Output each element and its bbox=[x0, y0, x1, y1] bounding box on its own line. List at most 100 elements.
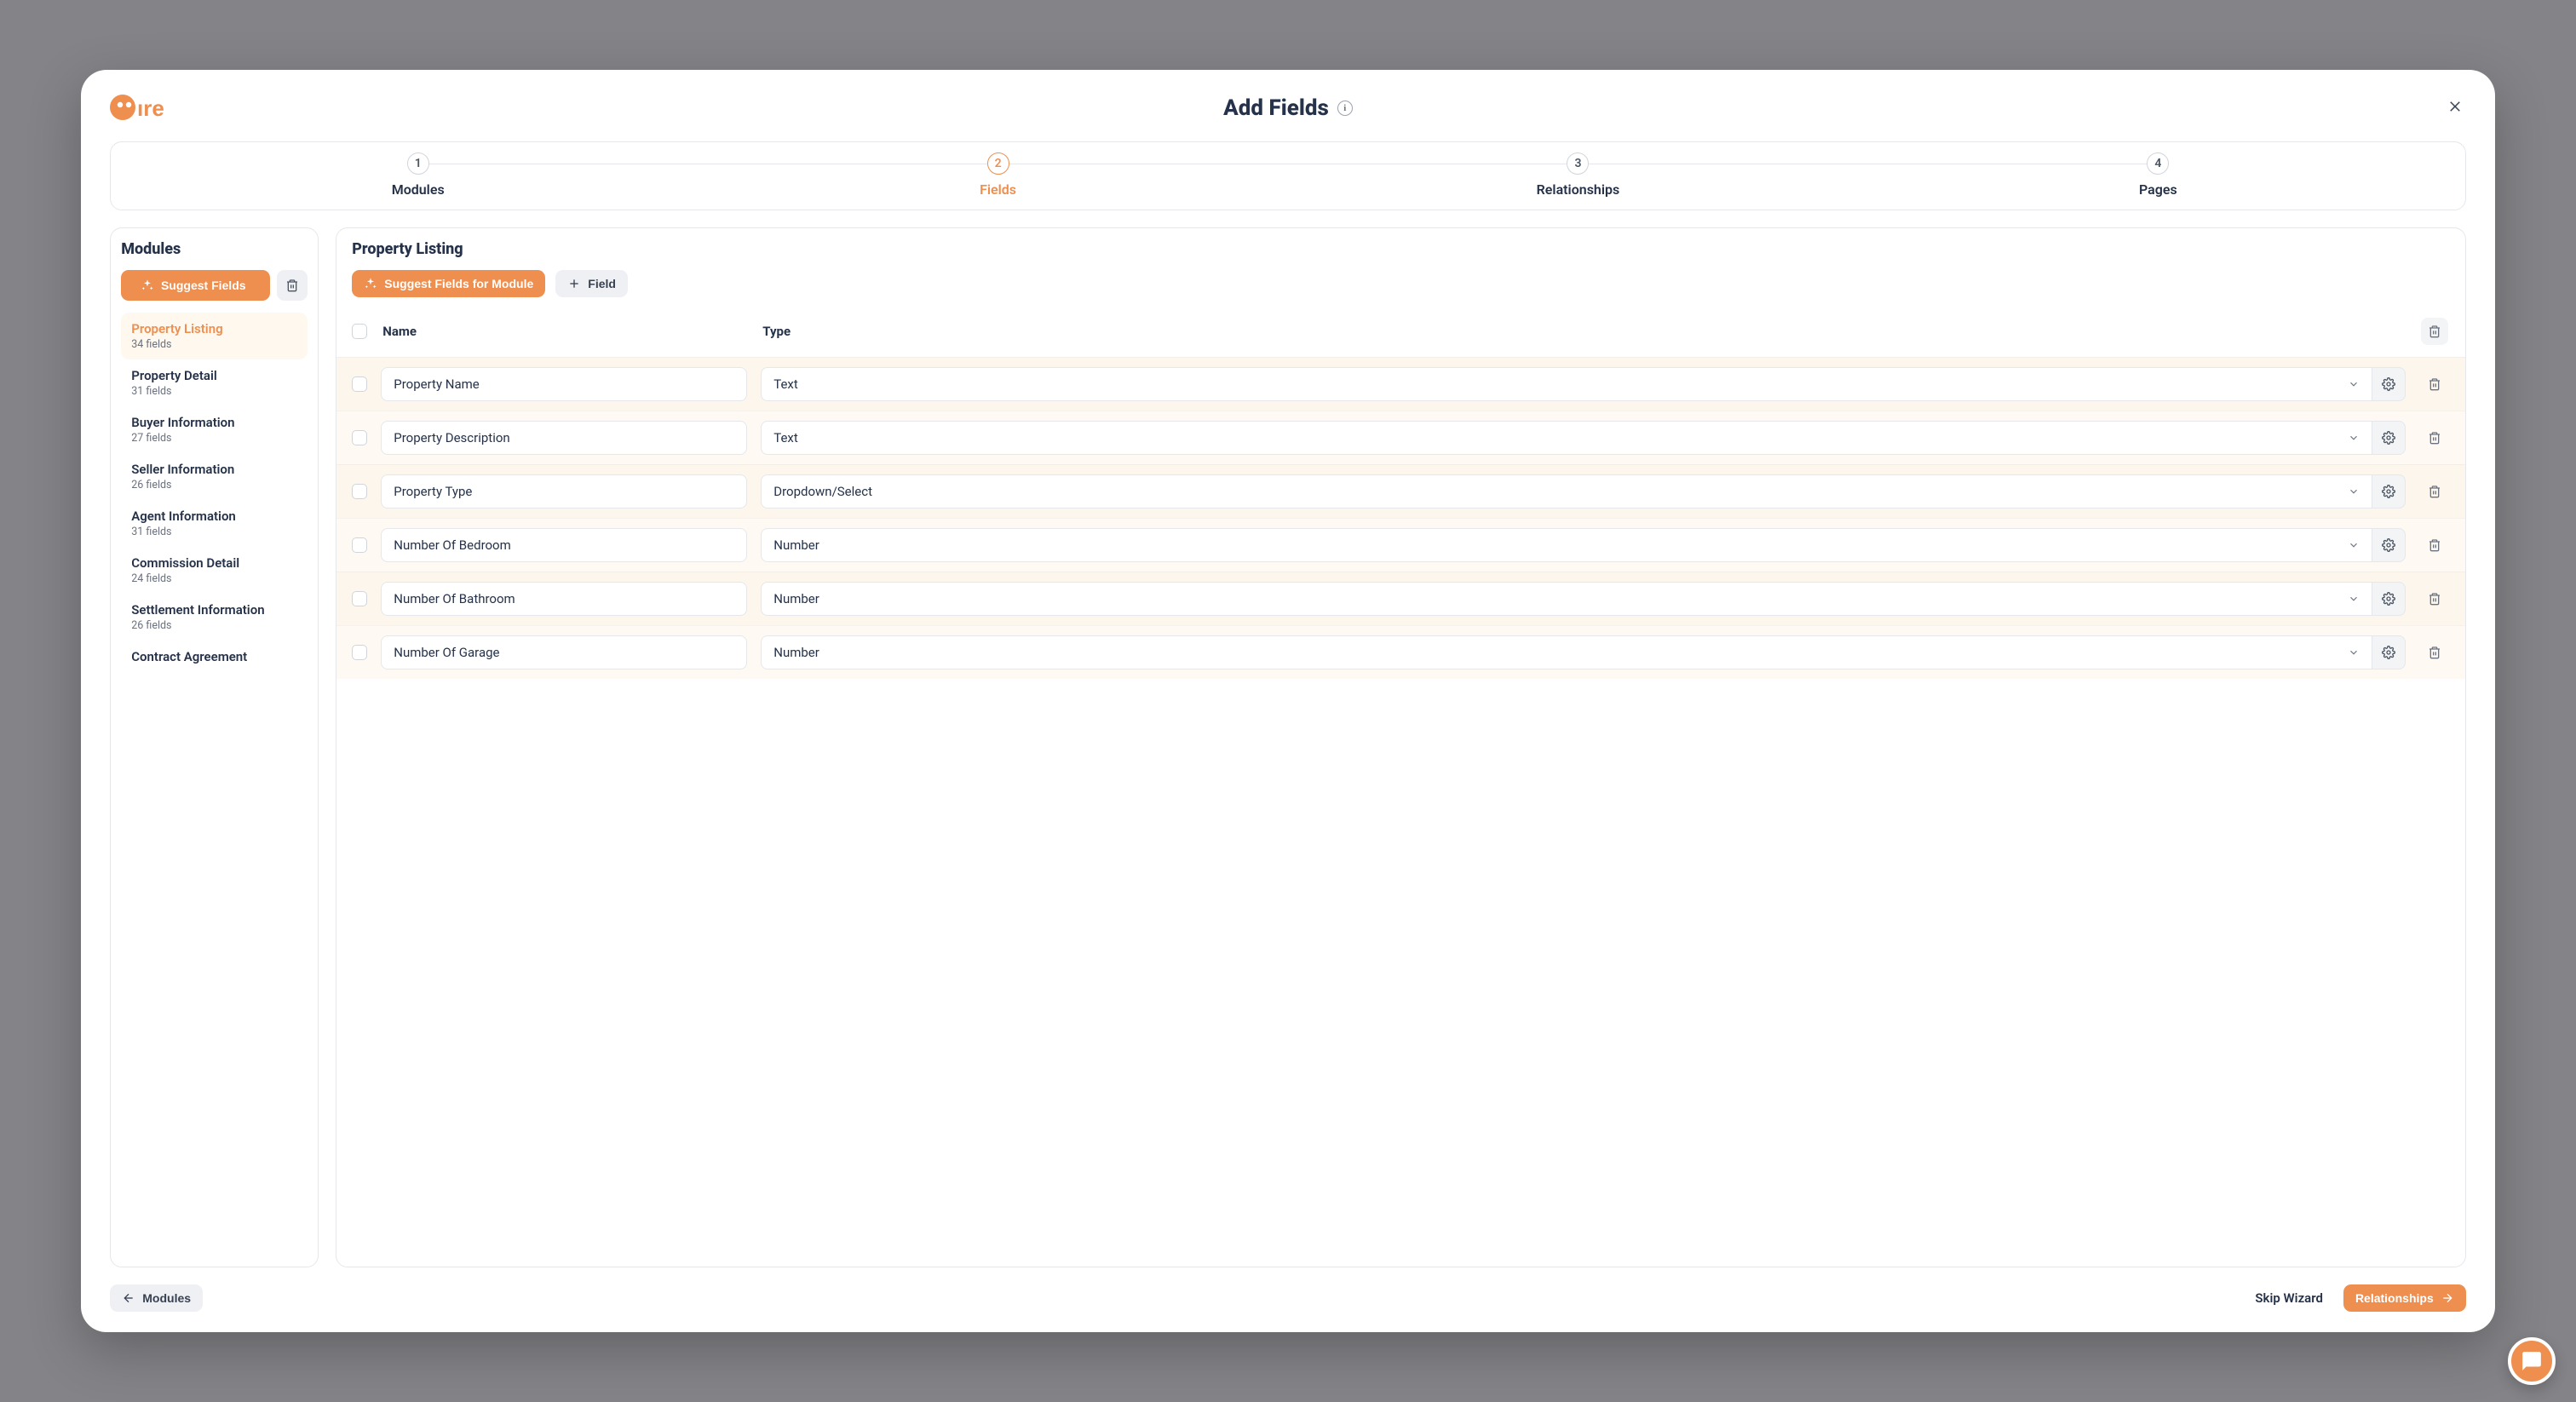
row-checkbox[interactable] bbox=[352, 645, 367, 660]
module-field-count: 31 fields bbox=[131, 526, 297, 538]
suggest-fields-for-module-button[interactable]: Suggest Fields for Module bbox=[352, 270, 545, 297]
delete-field-button[interactable] bbox=[2419, 538, 2450, 552]
module-name: Property Detail bbox=[131, 368, 297, 383]
sparkle-icon bbox=[364, 277, 377, 290]
gear-icon bbox=[2382, 431, 2395, 445]
add-field-button[interactable]: Field bbox=[555, 270, 628, 297]
field-name-input[interactable] bbox=[381, 582, 747, 616]
col-type: Type bbox=[762, 324, 2405, 339]
delete-field-button[interactable] bbox=[2419, 485, 2450, 498]
field-type-value: Number bbox=[773, 537, 819, 553]
close-icon bbox=[2447, 99, 2463, 114]
delete-field-button[interactable] bbox=[2419, 592, 2450, 606]
row-checkbox[interactable] bbox=[352, 376, 367, 392]
field-type-select[interactable]: Dropdown/Select bbox=[761, 474, 2371, 509]
module-field-count: 27 fields bbox=[131, 432, 297, 445]
sidebar-item[interactable]: Settlement Information 26 fields bbox=[121, 594, 308, 641]
delete-field-button[interactable] bbox=[2419, 646, 2450, 659]
field-settings-button[interactable] bbox=[2372, 421, 2406, 455]
step-pages[interactable]: 4 Pages bbox=[1868, 152, 2448, 198]
field-settings-button[interactable] bbox=[2372, 367, 2406, 401]
panel-actions: Suggest Fields for Module Field bbox=[352, 270, 2449, 297]
gear-icon bbox=[2382, 592, 2395, 606]
chevron-down-icon bbox=[2348, 593, 2360, 605]
module-field-count: 31 fields bbox=[131, 385, 297, 398]
field-name-input[interactable] bbox=[381, 367, 747, 401]
gear-icon bbox=[2382, 538, 2395, 552]
sidebar-item[interactable]: Buyer Information 27 fields bbox=[121, 406, 308, 453]
table-row: Number bbox=[336, 625, 2464, 679]
trash-icon bbox=[2428, 538, 2441, 552]
sidebar-actions: Suggest Fields bbox=[121, 270, 308, 301]
trash-icon bbox=[2428, 431, 2441, 445]
sparkle-icon bbox=[141, 279, 154, 292]
field-name-input[interactable] bbox=[381, 528, 747, 562]
svg-text:ıre: ıre bbox=[137, 95, 164, 121]
field-type-group: Number bbox=[761, 635, 2405, 669]
step-relationships[interactable]: 3 Relationships bbox=[1288, 152, 1868, 198]
module-name: Contract Agreement bbox=[131, 649, 297, 664]
panel-header: Property Listing Suggest Fields for Modu… bbox=[336, 228, 2464, 306]
modal-dialog: ıre Add Fields i 1 Modules 2 Fields 3 Re… bbox=[81, 70, 2494, 1331]
module-name: Agent Information bbox=[131, 509, 297, 524]
sidebar-item[interactable]: Seller Information 26 fields bbox=[121, 453, 308, 500]
trash-icon bbox=[2428, 592, 2441, 606]
step-label: Fields bbox=[980, 181, 1016, 198]
table-body[interactable]: Text Text Dropdown/Select bbox=[336, 357, 2464, 1266]
sidebar-item[interactable]: Property Listing 34 fields bbox=[121, 313, 308, 359]
delete-field-button[interactable] bbox=[2419, 431, 2450, 445]
close-button[interactable] bbox=[2444, 95, 2466, 118]
back-label: Modules bbox=[142, 1291, 191, 1305]
step-modules[interactable]: 1 Modules bbox=[128, 152, 708, 198]
chat-launcher-button[interactable] bbox=[2508, 1337, 2556, 1385]
row-checkbox[interactable] bbox=[352, 591, 367, 606]
page-title: Add Fields bbox=[1223, 95, 1329, 121]
row-checkbox[interactable] bbox=[352, 484, 367, 499]
field-settings-button[interactable] bbox=[2372, 474, 2406, 509]
field-name-input[interactable] bbox=[381, 635, 747, 669]
wizard-stepper: 1 Modules 2 Fields 3 Relationships 4 Pag… bbox=[110, 141, 2465, 210]
field-settings-button[interactable] bbox=[2372, 528, 2406, 562]
module-field-count: 34 fields bbox=[131, 338, 297, 351]
sidebar-item[interactable]: Property Detail 31 fields bbox=[121, 359, 308, 406]
back-to-modules-button[interactable]: Modules bbox=[110, 1284, 203, 1312]
row-checkbox[interactable] bbox=[352, 430, 367, 445]
title-wrap: Add Fields i bbox=[1223, 95, 1353, 121]
step-fields[interactable]: 2 Fields bbox=[708, 152, 1288, 198]
row-checkbox[interactable] bbox=[352, 537, 367, 553]
sidebar-title: Modules bbox=[121, 240, 308, 258]
module-name: Commission Detail bbox=[131, 555, 297, 571]
sidebar-item[interactable]: Agent Information 31 fields bbox=[121, 500, 308, 547]
gear-icon bbox=[2382, 377, 2395, 391]
field-type-select[interactable]: Number bbox=[761, 635, 2371, 669]
field-settings-button[interactable] bbox=[2372, 635, 2406, 669]
field-type-group: Text bbox=[761, 367, 2405, 401]
field-name-input[interactable] bbox=[381, 474, 747, 509]
field-type-select[interactable]: Number bbox=[761, 528, 2371, 562]
step-number: 2 bbox=[987, 152, 1009, 175]
delete-module-button[interactable] bbox=[277, 270, 308, 301]
field-settings-button[interactable] bbox=[2372, 582, 2406, 616]
field-type-select[interactable]: Text bbox=[761, 421, 2371, 455]
trash-icon bbox=[2428, 325, 2441, 338]
info-icon[interactable]: i bbox=[1337, 101, 1353, 116]
field-type-value: Number bbox=[773, 645, 819, 660]
field-type-value: Text bbox=[773, 430, 798, 445]
skip-wizard-link[interactable]: Skip Wizard bbox=[2255, 1290, 2323, 1306]
module-field-count: 24 fields bbox=[131, 572, 297, 585]
field-name-input[interactable] bbox=[381, 421, 747, 455]
field-type-select[interactable]: Text bbox=[761, 367, 2371, 401]
next-relationships-button[interactable]: Relationships bbox=[2343, 1284, 2466, 1312]
field-type-select[interactable]: Number bbox=[761, 582, 2371, 616]
select-all-checkbox[interactable] bbox=[352, 324, 367, 339]
sidebar-item[interactable]: Contract Agreement bbox=[121, 641, 308, 673]
chat-icon bbox=[2521, 1350, 2543, 1372]
delete-field-button[interactable] bbox=[2419, 377, 2450, 391]
modal-header: ıre Add Fields i bbox=[110, 95, 2465, 121]
step-number: 3 bbox=[1567, 152, 1589, 175]
trash-icon bbox=[2428, 485, 2441, 498]
col-check bbox=[352, 324, 369, 339]
suggest-fields-button[interactable]: Suggest Fields bbox=[121, 270, 270, 301]
sidebar-item[interactable]: Commission Detail 24 fields bbox=[121, 547, 308, 594]
delete-selected-button[interactable] bbox=[2421, 318, 2448, 345]
